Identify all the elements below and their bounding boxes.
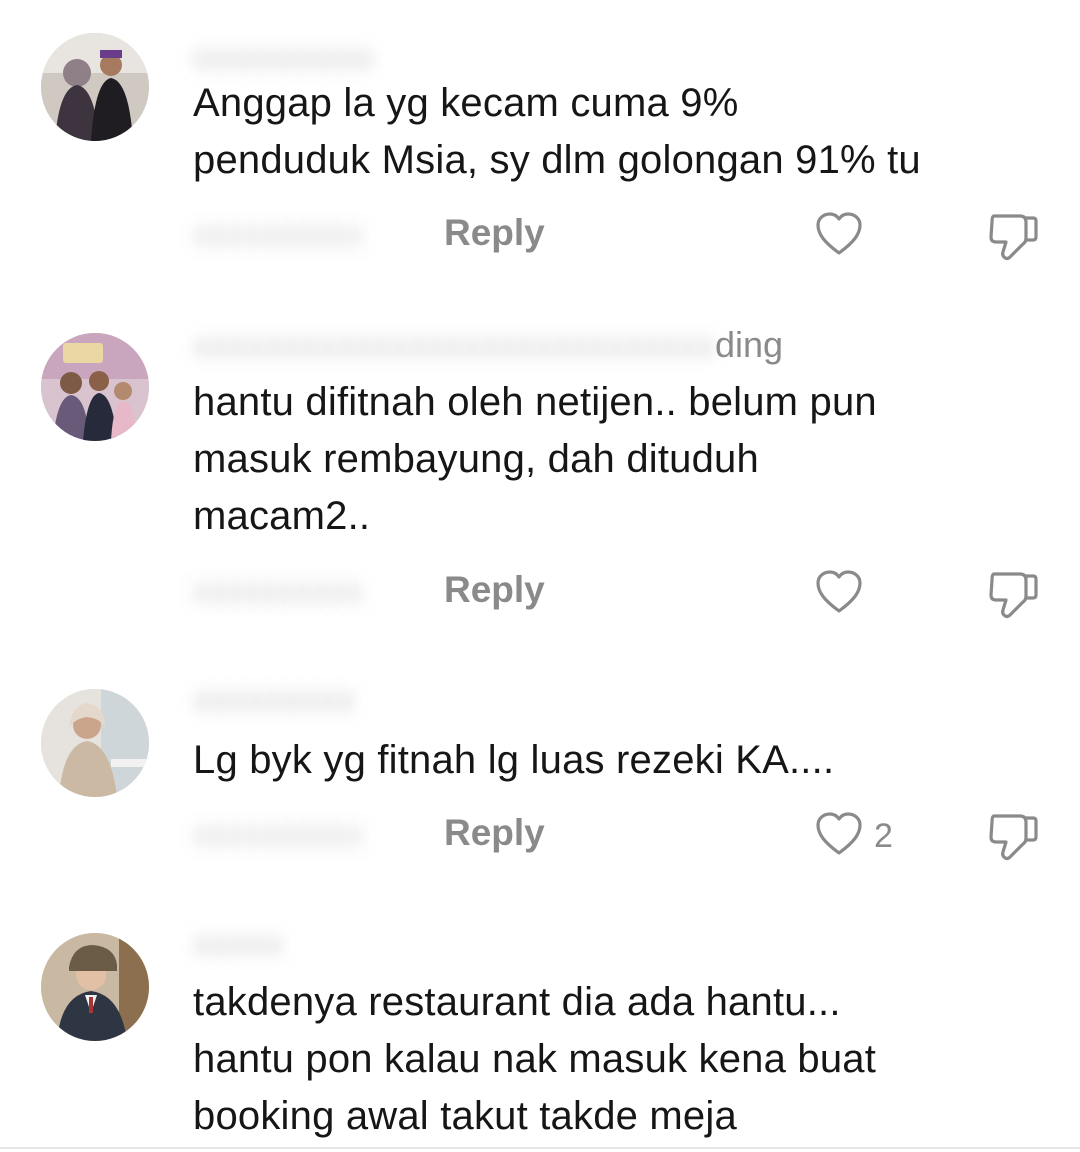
dislike-button[interactable] bbox=[986, 810, 1040, 867]
reply-button[interactable]: Reply bbox=[444, 212, 545, 254]
like-button[interactable]: 2 bbox=[814, 810, 893, 863]
like-count: 2 bbox=[874, 817, 893, 855]
comment-timestamp: xxxxxxxxxx bbox=[193, 572, 363, 610]
comment-username[interactable]: xxxxxxxxx bbox=[193, 678, 355, 720]
thumbs-down-outline-icon bbox=[986, 814, 1040, 866]
heart-outline-icon bbox=[814, 810, 864, 863]
comment-username[interactable]: xxxxxxxxxxxxxxxxxxxxxxxxxxxxxding bbox=[193, 324, 783, 366]
comment-username[interactable]: ooooooooo bbox=[193, 36, 373, 78]
avatar[interactable] bbox=[41, 933, 149, 1041]
comment-text: hantu difitnah oleh netijen.. belum pun … bbox=[193, 380, 877, 538]
comment-username[interactable]: xxxxx bbox=[193, 922, 283, 964]
heart-outline-icon bbox=[814, 210, 864, 263]
like-button[interactable] bbox=[814, 568, 874, 621]
avatar[interactable] bbox=[41, 333, 149, 441]
heart-outline-icon bbox=[814, 568, 864, 621]
dislike-button[interactable] bbox=[986, 568, 1040, 625]
reply-button[interactable]: Reply bbox=[444, 569, 545, 611]
username-visible-fragment: ding bbox=[715, 324, 784, 365]
divider bbox=[0, 1147, 1080, 1149]
like-button[interactable] bbox=[814, 210, 874, 263]
avatar[interactable] bbox=[41, 689, 149, 797]
avatar[interactable] bbox=[41, 33, 149, 141]
dislike-button[interactable] bbox=[986, 210, 1040, 267]
reply-button[interactable]: Reply bbox=[444, 812, 545, 854]
comment-timestamp: xxxxxxxxxx bbox=[193, 815, 363, 853]
comment-text: Lg byk yg fitnah lg luas rezeki KA.... bbox=[193, 738, 835, 782]
comment-timestamp: xxxxxxxxxx bbox=[193, 215, 363, 253]
thumbs-down-outline-icon bbox=[986, 214, 1040, 266]
comment-text: Anggap la yg kecam cuma 9% penduduk Msia… bbox=[193, 81, 921, 182]
comment-text: takdenya restaurant dia ada hantu... han… bbox=[193, 980, 877, 1138]
thumbs-down-outline-icon bbox=[986, 572, 1040, 624]
